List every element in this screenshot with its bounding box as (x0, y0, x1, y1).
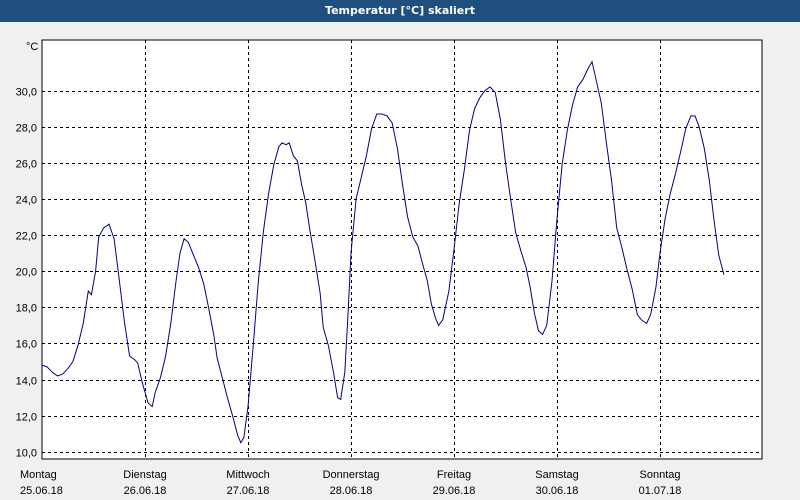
y-axis-unit: °C (26, 41, 38, 53)
x-tick-date-label: 26.06.18 (124, 485, 167, 497)
x-tick-day-label: Freitag (437, 469, 471, 481)
y-tick-label: 14,0 (16, 376, 37, 388)
y-tick-label: 12,0 (16, 412, 37, 424)
x-tick-day-label: Montag (20, 469, 57, 481)
x-tick-date-label: 29.06.18 (433, 485, 476, 497)
x-tick-date-label: 25.06.18 (20, 485, 63, 497)
x-tick-day-label: Samstag (535, 469, 578, 481)
x-tick-date-label: 01.07.18 (639, 485, 682, 497)
plot-area (41, 39, 763, 460)
x-tick-date-label: 28.06.18 (330, 485, 373, 497)
x-tick-day-label: Mittwoch (226, 469, 269, 481)
x-tick-day-label: Dienstag (123, 469, 166, 481)
y-tick-label: 10,0 (16, 448, 37, 460)
y-tick-label: 20,0 (16, 267, 37, 279)
x-tick-date-label: 27.06.18 (227, 485, 270, 497)
y-tick-label: 16,0 (16, 339, 37, 351)
y-tick-label: 18,0 (16, 303, 37, 315)
chart-title-bar: Temperatur [°C] skaliert (0, 0, 800, 23)
x-tick-date-label: 30.06.18 (536, 485, 579, 497)
y-tick-label: 26,0 (16, 159, 37, 171)
y-tick-label: 30,0 (16, 87, 37, 99)
y-tick-label: 24,0 (16, 195, 37, 207)
y-tick-label: 28,0 (16, 123, 37, 135)
x-tick-day-label: Donnerstag (323, 469, 380, 481)
chart-title: Temperatur [°C] skaliert (325, 4, 475, 17)
y-tick-label: 22,0 (16, 231, 37, 243)
x-tick-day-label: Sonntag (640, 469, 681, 481)
temperature-chart: 10,0 12,0 14,0 16,0 18,0 20,0 22,0 24,0 26,0 28,0… (0, 22, 800, 500)
